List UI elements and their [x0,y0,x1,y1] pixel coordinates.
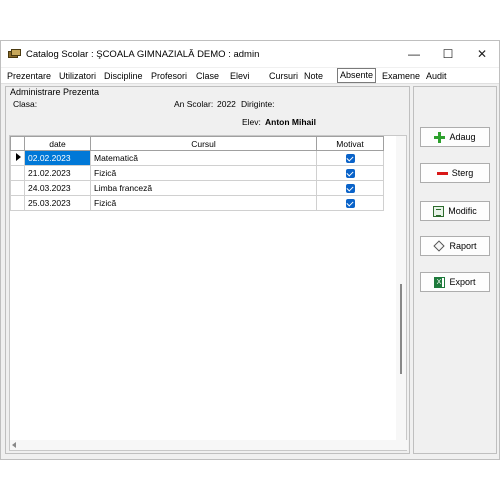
table-row[interactable]: 02.02.2023 Matematică [10,150,384,166]
delete-button-label: Sterg [451,168,474,178]
motivat-checkbox[interactable] [345,184,355,194]
delete-button[interactable]: Sterg [420,163,490,183]
excel-icon [434,276,446,288]
scroll-left-arrow-icon[interactable] [12,442,16,448]
date-cell[interactable]: 21.02.2023 [24,165,91,181]
export-button-label: Export [449,277,476,287]
date-cell[interactable]: 25.03.2023 [24,195,91,211]
plus-icon [434,131,446,143]
row-selector[interactable] [10,180,25,196]
vertical-scrollbar[interactable] [396,136,406,442]
attendance-panel: Administrare Prezenta Clasa: An Scolar: … [5,86,410,454]
add-button[interactable]: Adaug [420,127,490,147]
row-selector[interactable] [10,195,25,211]
date-cell[interactable]: 02.02.2023 [24,150,91,166]
course-cell[interactable]: Fizică [90,165,317,181]
column-header-cursul[interactable]: Cursul [90,136,317,151]
menu-discipline[interactable]: Discipline [102,68,145,84]
motivat-checkbox[interactable] [345,199,355,209]
menu-audit[interactable]: Audit [424,68,449,84]
menu-utilizatori[interactable]: Utilizatori [57,68,98,84]
report-button[interactable]: Raport [420,236,490,256]
minimize-button[interactable]: — [397,41,431,67]
absences-table: date Cursul Motivat 02.02.2023 Matematic… [10,136,384,211]
modify-button-label: Modific [448,206,477,216]
maximize-button[interactable]: ☐ [431,41,465,67]
motivat-checkbox[interactable] [345,154,355,164]
menu-elevi[interactable]: Elevi [228,68,252,84]
row-selector[interactable] [10,165,25,181]
books-icon [8,49,21,59]
table-row[interactable]: 21.02.2023 Fizică [10,165,384,181]
column-header-motivat[interactable]: Motivat [316,136,384,151]
menu-profesori[interactable]: Profesori [149,68,189,84]
vertical-scroll-thumb[interactable] [400,284,402,374]
minus-icon [436,168,448,179]
title-bar: Catalog Scolar : ŞCOALA GIMNAZIALĂ DEMO … [1,41,499,67]
course-cell[interactable]: Matematică [90,150,317,166]
table-row[interactable]: 24.03.2023 Limba franceză [10,180,384,196]
course-cell[interactable]: Fizică [90,195,317,211]
menu-examene[interactable]: Examene [380,68,422,84]
menu-prezentare[interactable]: Prezentare [5,68,53,84]
export-button[interactable]: Export [420,272,490,292]
motivat-cell[interactable] [316,165,384,181]
menu-note[interactable]: Note [302,68,325,84]
menu-absente[interactable]: Absente [337,68,377,83]
motivat-checkbox[interactable] [345,169,355,179]
date-cell[interactable]: 24.03.2023 [24,180,91,196]
panel-header: Administrare Prezenta [10,87,100,97]
menu-bar: Prezentare Utilizatori Discipline Profes… [1,68,499,84]
an-scolar-value: 2022 [217,99,236,109]
horizontal-scrollbar[interactable] [10,440,408,450]
motivat-cell[interactable] [316,195,384,211]
table-row[interactable]: 25.03.2023 Fizică [10,195,384,211]
column-header-date[interactable]: date [24,136,91,151]
window-title: Catalog Scolar : ŞCOALA GIMNAZIALĂ DEMO … [26,48,260,60]
tag-icon [433,240,446,252]
actions-panel: Adaug Sterg Modific Raport Export [413,86,497,454]
add-button-label: Adaug [449,132,476,142]
close-button[interactable]: ✕ [465,41,499,67]
report-button-label: Raport [449,241,477,251]
row-selector[interactable] [10,150,25,166]
menu-cursuri[interactable]: Cursuri [267,68,300,84]
an-scolar-label: An Scolar: [174,99,214,109]
menu-clase[interactable]: Clase [194,68,221,84]
motivat-cell[interactable] [316,180,384,196]
app-window: Catalog Scolar : ŞCOALA GIMNAZIALĂ DEMO … [0,40,500,460]
edit-document-icon [433,205,445,217]
row-header-corner [10,136,25,151]
table-header-row: date Cursul Motivat [10,136,384,151]
modify-button[interactable]: Modific [420,201,490,221]
diriginte-label: Diriginte: [241,99,275,109]
elev-label: Elev: [242,117,261,127]
current-row-arrow-icon [16,153,21,161]
course-cell[interactable]: Limba franceză [90,180,317,196]
absences-grid[interactable]: date Cursul Motivat 02.02.2023 Matematic… [9,135,408,451]
elev-name: Anton Mihail [265,117,316,127]
clasa-label: Clasa: [13,99,38,109]
motivat-cell[interactable] [316,150,384,166]
